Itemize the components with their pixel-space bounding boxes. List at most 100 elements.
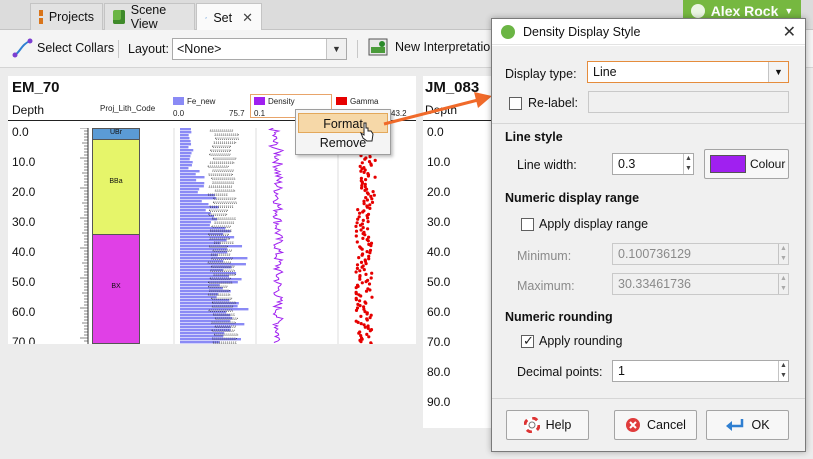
- depth-tick-label: 90.0: [427, 395, 451, 409]
- maximum-input[interactable]: 30.33461736 ▲ ▼: [612, 273, 789, 295]
- user-avatar-icon: [690, 4, 705, 18]
- lith-column: UBr BBa BX: [92, 128, 140, 344]
- depth-tick-label: 70.0: [427, 335, 451, 349]
- lith-unit-bx: BX: [92, 235, 140, 344]
- hole-title: EM_70: [12, 79, 60, 96]
- gamma-swatch: [336, 97, 347, 105]
- cancel-button[interactable]: Cancel: [614, 410, 697, 440]
- depth-tick-label: 20.0: [427, 185, 451, 199]
- density-display-style-dialog: Density Display Style ✕ Display type: Li…: [491, 18, 806, 452]
- depth-tick-label: 20.0: [12, 185, 36, 199]
- line-width-input[interactable]: 0.3 ▲ ▼: [612, 153, 694, 175]
- minimum-value: 0.100736129: [618, 247, 691, 261]
- depth-tick-label: 40.0: [427, 245, 451, 259]
- chevron-down-icon: ▼: [784, 6, 794, 16]
- cancel-x-icon: [626, 418, 641, 432]
- relabel-checkbox[interactable]: [509, 97, 522, 110]
- line-style-heading: Line style: [505, 130, 563, 144]
- tab-set[interactable]: Set ✕: [196, 3, 262, 31]
- chevron-down-icon[interactable]: ▼: [326, 39, 346, 59]
- relabel-input[interactable]: [588, 91, 789, 113]
- new-interpretation-label: New Interpretatio: [395, 40, 491, 54]
- tab-label: Set: [213, 10, 233, 25]
- density-column-header[interactable]: Density: [268, 97, 295, 106]
- new-interpretation-icon: [368, 38, 388, 56]
- mouse-cursor-icon: [360, 122, 374, 142]
- new-interpretation-button[interactable]: New Interpretatio: [368, 38, 490, 56]
- lith-column-header: Proj_Lith_Code: [100, 104, 156, 113]
- ok-button[interactable]: OK: [706, 410, 789, 440]
- close-icon[interactable]: ✕: [783, 22, 796, 42]
- tab-label: Projects: [48, 10, 94, 24]
- layout-select[interactable]: <None> ▼: [172, 38, 347, 60]
- context-menu: Format Remove: [295, 109, 391, 155]
- lith-scale-ticks: [80, 128, 89, 344]
- depth-header: Depth: [12, 103, 45, 117]
- button-divider: [492, 398, 805, 399]
- select-collars-button[interactable]: Select Collars: [12, 38, 114, 58]
- format-menu-item[interactable]: Format: [298, 113, 388, 133]
- dialog-title: Density Display Style: [523, 24, 641, 39]
- depth-tick-label: 80.0: [427, 365, 451, 379]
- cancel-label: Cancel: [647, 418, 686, 432]
- colour-swatch: [710, 155, 746, 173]
- display-type-select[interactable]: Line ▼: [587, 61, 789, 83]
- density-swatch: [254, 97, 265, 105]
- remove-menu-item[interactable]: Remove: [298, 133, 388, 153]
- toolbar-separator: [357, 40, 358, 58]
- spin-arrows-icon[interactable]: ▲ ▼: [778, 244, 788, 264]
- tab-scene-view[interactable]: Scene View: [104, 3, 195, 31]
- apply-display-range-label: Apply display range: [539, 217, 649, 231]
- display-type-label: Display type:: [505, 67, 577, 81]
- depth-tick-label: 60.0: [12, 305, 36, 319]
- fe-swatch: [173, 97, 184, 105]
- lith-unit-ubr: UBr: [92, 128, 140, 140]
- gamma-column-header[interactable]: Gamma: [350, 97, 378, 106]
- chevron-down-icon[interactable]: ▼: [768, 62, 788, 82]
- colour-button[interactable]: Colour: [704, 149, 789, 179]
- decimal-points-label: Decimal points:: [517, 365, 603, 379]
- numeric-display-range-heading: Numeric display range: [505, 191, 640, 205]
- maximum-value: 30.33461736: [618, 277, 691, 291]
- minimum-input[interactable]: 0.100736129 ▲ ▼: [612, 243, 789, 265]
- numeric-rounding-heading: Numeric rounding: [505, 310, 613, 324]
- projects-grid-icon: [39, 10, 43, 24]
- toolbar-separator: [118, 40, 119, 58]
- spin-arrows-icon[interactable]: ▲ ▼: [778, 361, 788, 381]
- tab-projects[interactable]: Projects: [30, 3, 103, 30]
- dialog-titlebar: Density Display Style ✕: [492, 19, 805, 45]
- set-log-icon: [205, 16, 208, 19]
- density-min: 0.1: [254, 109, 266, 118]
- layout-label: Layout:: [128, 42, 170, 56]
- user-name: Alex Rock: [710, 3, 779, 19]
- app-logo-icon: [501, 24, 515, 39]
- help-button[interactable]: Help: [506, 410, 589, 440]
- log-data-columns: [173, 128, 378, 344]
- spin-arrows-icon[interactable]: ▲ ▼: [683, 154, 693, 174]
- fe-max: 75.7: [229, 109, 245, 118]
- close-tab-icon[interactable]: ✕: [242, 10, 253, 26]
- depth-tick-label: 10.0: [427, 155, 451, 169]
- depth-tick-label: 0.0: [12, 125, 29, 139]
- apply-rounding-label: Apply rounding: [539, 334, 623, 348]
- section-divider: [492, 123, 805, 124]
- select-collars-icon: [12, 38, 33, 58]
- line-width-label: Line width:: [517, 158, 577, 172]
- ok-label: OK: [751, 418, 770, 432]
- apply-display-range-checkbox[interactable]: [521, 218, 534, 231]
- lith-unit-bba: BBa: [92, 140, 140, 235]
- apply-rounding-checkbox[interactable]: [521, 333, 534, 349]
- colour-button-label: Colour: [750, 157, 786, 171]
- fe-min: 0.0: [173, 109, 185, 118]
- display-type-value: Line: [593, 65, 617, 79]
- relabel-label: Re-label:: [528, 96, 579, 110]
- depth-tick-label: 50.0: [427, 275, 451, 289]
- lifebuoy-icon: [523, 417, 540, 433]
- spin-arrows-icon[interactable]: ▲ ▼: [778, 274, 788, 294]
- fe-column-header[interactable]: Fe_new: [187, 97, 215, 106]
- scene-cube-icon: [113, 10, 125, 24]
- decimal-points-input[interactable]: 1 ▲ ▼: [612, 360, 789, 382]
- tab-label: Scene View: [130, 3, 167, 31]
- help-label: Help: [545, 418, 572, 432]
- depth-tick-label: 50.0: [12, 275, 36, 289]
